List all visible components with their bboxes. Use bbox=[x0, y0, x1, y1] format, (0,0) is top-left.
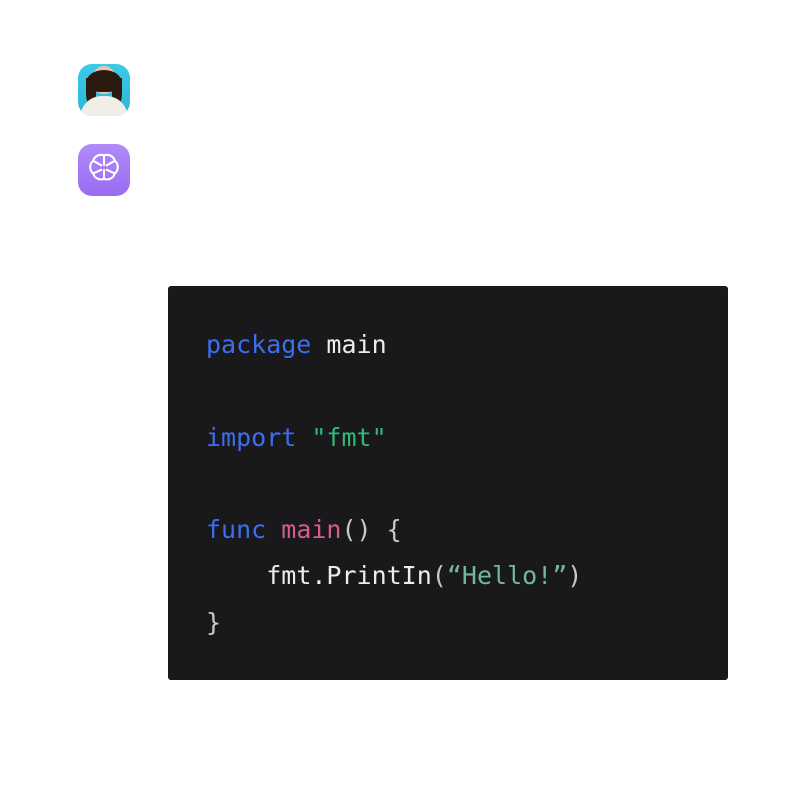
code-token-punct: ( bbox=[432, 561, 447, 590]
code-token-keyword: import bbox=[206, 423, 296, 452]
code-token-string: "fmt" bbox=[311, 423, 386, 452]
code-token-string: “Hello!” bbox=[447, 561, 567, 590]
code-token-punct: () bbox=[342, 515, 372, 544]
openai-logo-icon bbox=[86, 150, 122, 190]
code-token-keyword: func bbox=[206, 515, 266, 544]
user-avatar bbox=[78, 64, 130, 116]
code-token-punct: { bbox=[387, 515, 402, 544]
code-token-punct: } bbox=[206, 608, 221, 637]
code-token-function: main bbox=[281, 515, 341, 544]
code-indent bbox=[206, 561, 266, 590]
code-block[interactable]: package main import "fmt" func main() { … bbox=[168, 286, 728, 680]
code-token-punct: ) bbox=[567, 561, 582, 590]
assistant-message-row bbox=[78, 144, 718, 196]
code-token-identifier: main bbox=[326, 330, 386, 359]
user-message-row bbox=[78, 64, 718, 116]
assistant-avatar bbox=[78, 144, 130, 196]
code-token-call: fmt.PrintIn bbox=[266, 561, 432, 590]
code-token-keyword: package bbox=[206, 330, 311, 359]
